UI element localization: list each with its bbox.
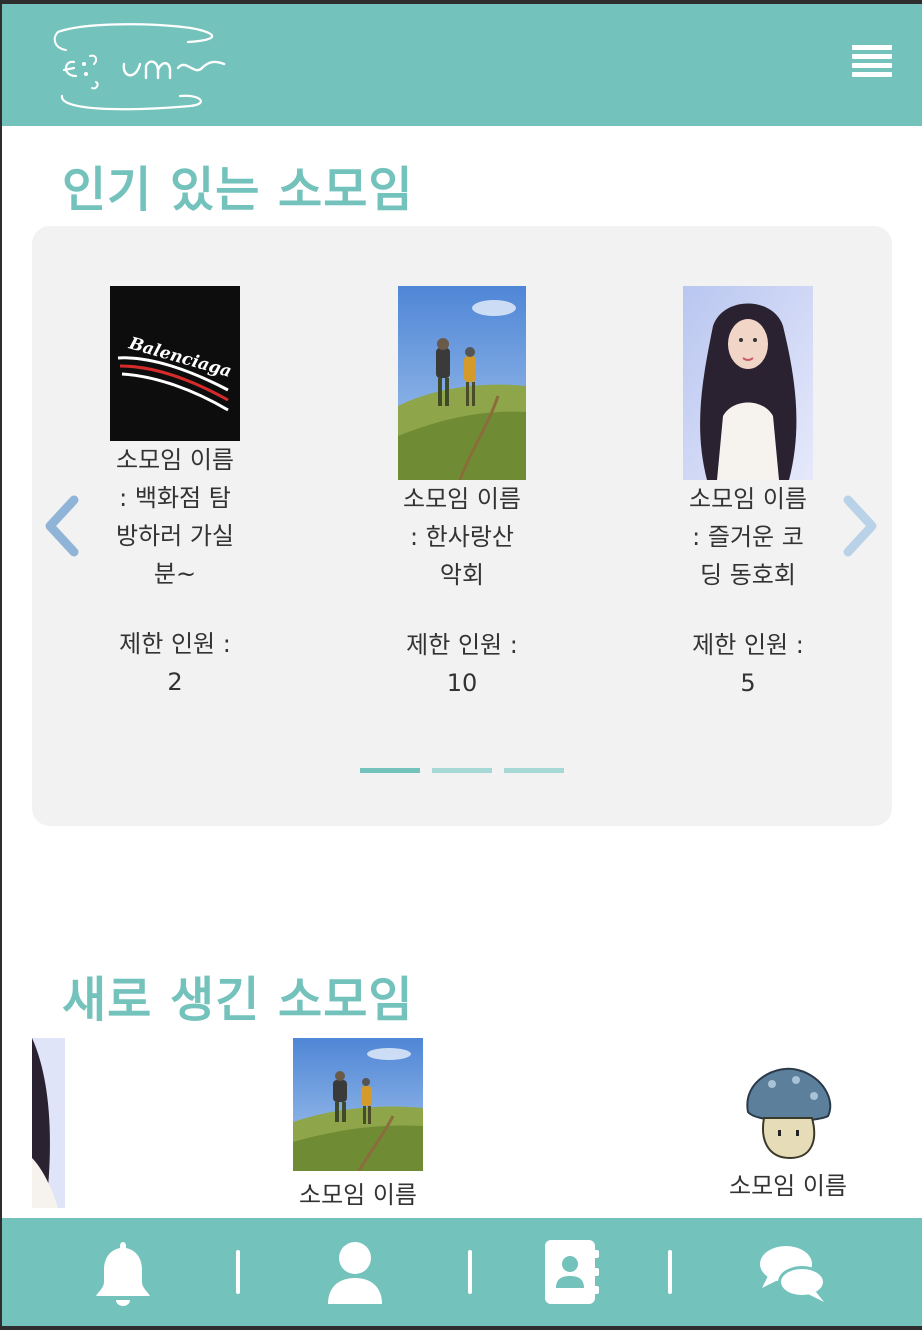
nav-divider — [668, 1250, 672, 1294]
new-card-name: 소모임 이름 — [728, 1172, 848, 1200]
card-name-line: 악회 — [439, 561, 485, 589]
carousel-dot-3[interactable] — [504, 768, 564, 773]
card-name-line: : 한사랑산 — [409, 523, 515, 551]
new-card[interactable]: 소모임 이름 — [290, 1038, 426, 1210]
mushroom-thumbnail — [746, 1067, 832, 1160]
carousel-dot-2[interactable] — [432, 768, 492, 773]
card-name-line: : 즐거운 코 — [692, 523, 804, 551]
new-section-title: 새로 생긴 소모임 — [62, 972, 414, 1028]
card-name-line: : 백화점 탐 — [119, 484, 231, 512]
group-thumbnail — [293, 1038, 423, 1171]
popular-card[interactable]: 소모임 이름 : 즐거운 코 딩 동호회 제한 인원 : 5 — [673, 286, 823, 702]
card-name-line: 소모임 이름 — [402, 485, 522, 513]
popular-section-title: 인기 있는 소모임 — [62, 162, 414, 218]
group-thumbnail — [398, 286, 526, 480]
card-name-line: 분~ — [153, 560, 197, 588]
card-name-line: 딩 동호회 — [700, 561, 796, 589]
chevron-left-icon[interactable] — [40, 494, 84, 558]
user-icon[interactable] — [320, 1238, 390, 1308]
header-bar — [2, 4, 922, 126]
new-card-name: 소모임 이름 — [298, 1181, 418, 1209]
bell-icon[interactable] — [88, 1238, 158, 1308]
chevron-right-icon[interactable] — [838, 494, 882, 558]
popular-carousel: Balenciaga 소모임 이름 : 백화점 탐 방하러 가실 분~ 제한 인… — [32, 226, 892, 826]
card-limit-label: 제한 인원 : — [119, 630, 231, 658]
app-logo[interactable] — [50, 18, 235, 113]
bottom-nav — [2, 1218, 922, 1326]
card-name-line: 소모임 이름 — [115, 446, 235, 474]
card-limit-value: 2 — [167, 668, 183, 696]
group-thumbnail — [683, 286, 813, 480]
hamburger-menu-icon[interactable] — [852, 45, 892, 85]
popular-card[interactable]: Balenciaga 소모임 이름 : 백화점 탐 방하러 가실 분~ 제한 인… — [100, 286, 250, 701]
chat-bubbles-icon[interactable] — [758, 1238, 828, 1308]
popular-card[interactable]: 소모임 이름 : 한사랑산 악회 제한 인원 : 10 — [387, 286, 537, 702]
new-card-partial[interactable] — [32, 1038, 65, 1208]
contacts-book-icon[interactable] — [535, 1238, 605, 1308]
card-limit-value: 10 — [446, 669, 478, 697]
card-name-line: 방하러 가실 — [115, 522, 235, 550]
nav-divider — [468, 1250, 472, 1294]
card-limit-value: 5 — [740, 669, 756, 697]
card-name-line: 소모임 이름 — [688, 485, 808, 513]
card-limit-label: 제한 인원 : — [406, 631, 518, 659]
group-thumbnail: Balenciaga — [110, 286, 240, 441]
carousel-dot-1[interactable] — [360, 768, 420, 773]
group-thumbnail — [32, 1038, 65, 1208]
new-card[interactable]: 소모임 이름 — [720, 1060, 856, 1201]
card-limit-label: 제한 인원 : — [692, 631, 804, 659]
nav-divider — [236, 1250, 240, 1294]
